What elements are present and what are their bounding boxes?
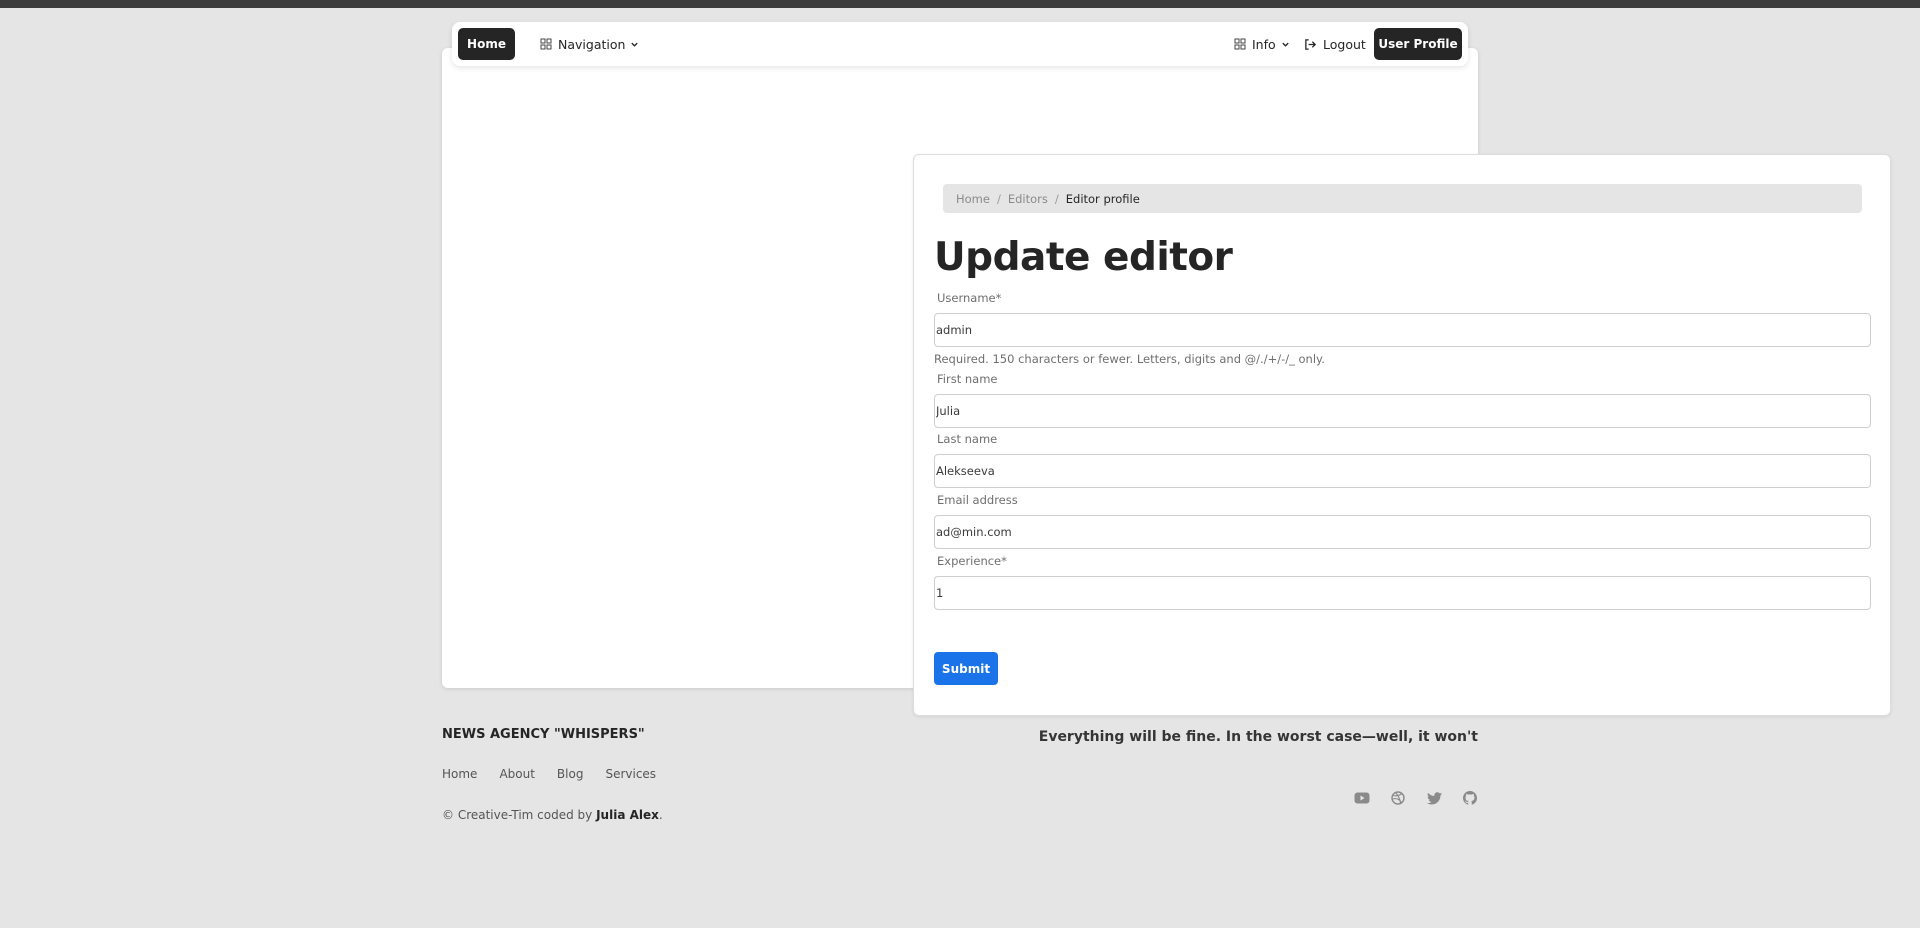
footer-copyright: © Creative-Tim coded by Julia Alex. xyxy=(442,808,663,822)
breadcrumb-current: Editor profile xyxy=(1065,191,1140,206)
twitter-icon[interactable] xyxy=(1426,790,1442,806)
youtube-icon[interactable] xyxy=(1354,790,1370,806)
nav-home-button[interactable]: Home xyxy=(458,28,515,60)
breadcrumb-separator: / xyxy=(996,191,1001,206)
breadcrumb-editors[interactable]: Editors xyxy=(1008,192,1048,206)
copyright-author[interactable]: Julia Alex xyxy=(596,808,659,822)
navbar: Home Navigation Info Logout User Profile xyxy=(452,22,1468,66)
footer-link-home[interactable]: Home xyxy=(442,767,477,781)
breadcrumb: Home / Editors / Editor profile xyxy=(943,184,1862,213)
grid-icon xyxy=(1234,38,1246,50)
breadcrumb-home[interactable]: Home xyxy=(956,192,990,206)
page-title: Update editor xyxy=(934,235,1233,280)
first-name-label: First name xyxy=(937,372,998,386)
username-help-text: Required. 150 characters or fewer. Lette… xyxy=(934,352,1325,366)
experience-label: Experience* xyxy=(937,554,1007,568)
footer-link-services[interactable]: Services xyxy=(605,767,656,781)
footer-tagline: Everything will be fine. In the worst ca… xyxy=(1038,729,1478,745)
nav-navigation-label: Navigation xyxy=(558,36,626,52)
copyright-suffix: . xyxy=(658,808,663,822)
footer-link-blog[interactable]: Blog xyxy=(557,767,584,781)
submit-button[interactable]: Submit xyxy=(934,652,998,685)
email-input[interactable] xyxy=(934,515,1871,549)
username-input[interactable] xyxy=(934,313,1871,347)
main-card: Home / Editors / Editor profile Update e… xyxy=(442,48,1891,716)
nav-logout-link[interactable]: Logout xyxy=(1304,34,1366,54)
chevron-down-icon xyxy=(1281,42,1289,47)
last-name-label: Last name xyxy=(937,432,998,446)
user-profile-button[interactable]: User Profile xyxy=(1374,28,1462,60)
nav-navigation-dropdown[interactable]: Navigation xyxy=(540,34,639,54)
nav-logout-label: Logout xyxy=(1323,36,1366,52)
github-icon[interactable] xyxy=(1462,790,1478,806)
first-name-input[interactable] xyxy=(934,394,1871,428)
form-card: Home / Editors / Editor profile Update e… xyxy=(913,154,1891,716)
grid-icon xyxy=(540,38,552,50)
footer-link-about[interactable]: About xyxy=(499,767,534,781)
dribbble-icon[interactable] xyxy=(1390,790,1406,806)
copyright-prefix: © Creative-Tim coded by xyxy=(442,808,593,822)
top-bar xyxy=(0,0,1920,8)
last-name-input[interactable] xyxy=(934,454,1871,488)
chevron-down-icon xyxy=(631,42,639,47)
social-links xyxy=(1354,790,1498,806)
experience-input[interactable] xyxy=(934,576,1871,610)
footer-links: Home About Blog Services xyxy=(442,767,678,781)
email-label: Email address xyxy=(937,493,1018,507)
username-label: Username* xyxy=(937,291,1002,305)
nav-info-label: Info xyxy=(1252,36,1276,52)
footer-brand: NEWS AGENCY "WHISPERS" xyxy=(442,727,645,742)
nav-info-dropdown[interactable]: Info xyxy=(1234,34,1290,54)
breadcrumb-separator: / xyxy=(1054,191,1059,206)
logout-icon xyxy=(1305,38,1317,50)
